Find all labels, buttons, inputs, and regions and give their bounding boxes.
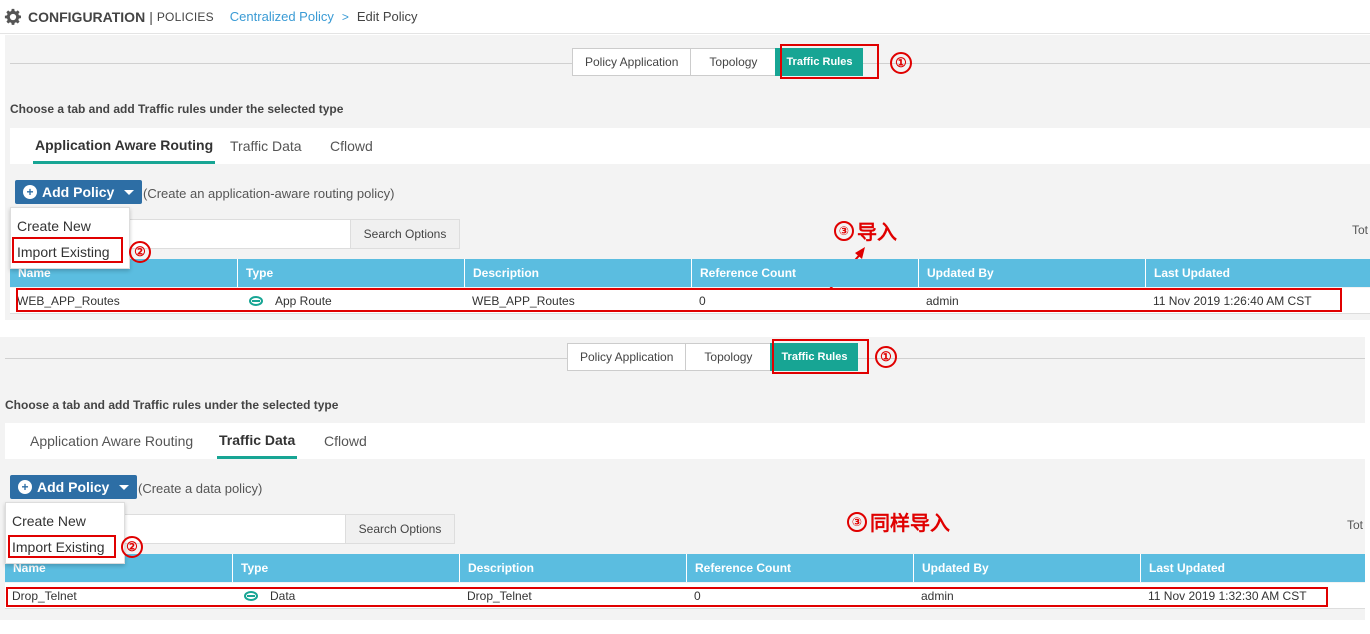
policy-type-tabs: Application Aware Routing Traffic Data C…: [5, 423, 1365, 459]
breadcrumb-current: Edit Policy: [356, 9, 418, 24]
search-input[interactable]: [120, 219, 352, 249]
help-text: Choose a tab and add Traffic rules under…: [5, 398, 339, 412]
cell-name: WEB_APP_Routes: [17, 294, 120, 308]
table-header: Name Type Description Reference Count Up…: [10, 259, 1370, 287]
column-last-updated[interactable]: Last Updated: [1141, 554, 1365, 582]
menu-item-import-existing[interactable]: Import Existing: [12, 536, 105, 558]
subsection-title: POLICIES: [156, 9, 214, 24]
cell-type: Data: [233, 583, 460, 609]
cell-last-updated: 11 Nov 2019 1:26:40 AM CST: [1153, 294, 1312, 308]
cell-updated-by: admin: [921, 589, 954, 603]
add-policy-label: Add Policy: [42, 184, 115, 200]
total-label: Tot: [1352, 223, 1369, 237]
tab-traffic-data[interactable]: Traffic Data: [217, 423, 298, 459]
add-policy-dropdown: Create New Import Existing: [5, 502, 125, 564]
table-header: Name Type Description Reference Count Up…: [5, 554, 1365, 582]
add-policy-button[interactable]: + Add Policy: [15, 180, 143, 204]
plus-circle-icon: +: [18, 480, 32, 494]
search-options-button[interactable]: Search Options: [345, 514, 455, 544]
annotation-text: 导入: [857, 220, 897, 244]
segment-policy-application[interactable]: Policy Application: [572, 48, 692, 76]
search-input[interactable]: [115, 514, 347, 544]
tab-application-aware-routing[interactable]: Application Aware Routing: [28, 423, 195, 459]
menu-item-create-new[interactable]: Create New: [12, 510, 86, 532]
marker-one: ①: [890, 52, 912, 74]
cell-type-label: App Route: [275, 294, 332, 308]
segment-policy-application[interactable]: Policy Application: [567, 343, 687, 371]
segment-traffic-rules[interactable]: Traffic Rules: [775, 48, 864, 76]
total-label: Tot: [1347, 518, 1364, 532]
gear-icon: [4, 8, 22, 25]
segment-traffic-rules[interactable]: Traffic Rules: [770, 343, 859, 371]
annotation-import-too: ③ 同样导入: [847, 507, 950, 536]
caret-down-icon: [124, 189, 135, 195]
traffic-rules-panel-bottom: Policy Application Topology Traffic Rule…: [0, 337, 1365, 620]
cell-type-label: Data: [270, 589, 296, 603]
marker-one: ①: [875, 346, 897, 368]
cell-name: Drop_Telnet: [12, 589, 77, 603]
tab-cflowd[interactable]: Cflowd: [322, 423, 369, 459]
policy-type-tabs: Application Aware Routing Traffic Data C…: [10, 128, 1370, 164]
add-policy-label: Add Policy: [37, 479, 110, 495]
annotation-import: ③ 导入: [834, 216, 897, 245]
breadcrumb-separator: >: [341, 9, 349, 24]
column-reference-count[interactable]: Reference Count: [687, 554, 914, 582]
section-title: CONFIGURATION: [28, 8, 146, 25]
segment-control: Policy Application Topology Traffic Rule…: [572, 48, 864, 76]
page-header: CONFIGURATION | POLICIES Centralized Pol…: [0, 0, 1370, 34]
column-description[interactable]: Description: [465, 259, 692, 287]
add-policy-button[interactable]: + Add Policy: [10, 475, 138, 499]
data-policy-icon: [244, 591, 258, 601]
column-type[interactable]: Type: [238, 259, 465, 287]
column-type[interactable]: Type: [233, 554, 460, 582]
cell-updated-by: admin: [926, 294, 959, 308]
column-updated-by[interactable]: Updated By: [914, 554, 1141, 582]
cell-last-updated: 11 Nov 2019 1:32:30 AM CST: [1148, 589, 1307, 603]
marker-two: ②: [129, 241, 151, 263]
menu-item-import-existing[interactable]: Import Existing: [17, 241, 110, 263]
menu-item-create-new[interactable]: Create New: [17, 215, 91, 237]
add-policy-hint: (Create an application-aware routing pol…: [143, 186, 395, 201]
table-row[interactable]: WEB_APP_Routes App Route WEB_APP_Routes …: [10, 288, 1370, 314]
column-updated-by[interactable]: Updated By: [919, 259, 1146, 287]
marker-two: ②: [121, 536, 143, 558]
column-reference-count[interactable]: Reference Count: [692, 259, 919, 287]
cell-type: App Route: [238, 288, 465, 314]
table-row[interactable]: Drop_Telnet Data Drop_Telnet 0 admin 11 …: [5, 583, 1365, 609]
segment-topology[interactable]: Topology: [690, 48, 777, 76]
app-route-icon: [249, 296, 263, 306]
header-separator: |: [149, 8, 153, 25]
marker-three: ③: [847, 511, 867, 532]
caret-down-icon: [119, 484, 130, 490]
traffic-rules-panel-top: Policy Application Topology Traffic Rule…: [5, 35, 1370, 320]
plus-circle-icon: +: [23, 185, 37, 199]
marker-three: ③: [834, 220, 854, 241]
add-policy-hint: (Create a data policy): [138, 481, 263, 496]
cell-description: WEB_APP_Routes: [472, 294, 575, 308]
tab-application-aware-routing[interactable]: Application Aware Routing: [33, 128, 216, 164]
page: CONFIGURATION | POLICIES Centralized Pol…: [0, 0, 1370, 634]
annotation-text: 同样导入: [870, 511, 950, 535]
cell-reference-count: 0: [694, 589, 701, 603]
add-policy-dropdown: Create New Import Existing: [10, 207, 130, 269]
breadcrumb-centralized-policy[interactable]: Centralized Policy: [230, 9, 334, 24]
help-text: Choose a tab and add Traffic rules under…: [10, 102, 344, 116]
segment-control: Policy Application Topology Traffic Rule…: [567, 343, 859, 371]
cell-reference-count: 0: [699, 294, 706, 308]
column-description[interactable]: Description: [460, 554, 687, 582]
tab-cflowd[interactable]: Cflowd: [328, 128, 375, 164]
cell-description: Drop_Telnet: [467, 589, 532, 603]
search-options-button[interactable]: Search Options: [350, 219, 460, 249]
column-last-updated[interactable]: Last Updated: [1146, 259, 1370, 287]
tab-traffic-data[interactable]: Traffic Data: [228, 128, 304, 164]
segment-topology[interactable]: Topology: [685, 343, 772, 371]
